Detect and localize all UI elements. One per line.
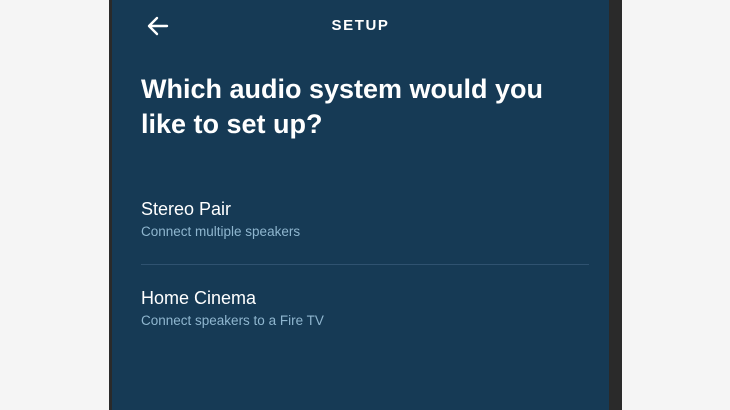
header: SETUP — [112, 0, 609, 52]
page: SETUP Which audio system would you like … — [0, 0, 730, 410]
question-heading: Which audio system would you like to set… — [141, 74, 544, 139]
page-title: SETUP — [331, 17, 390, 34]
divider — [141, 264, 589, 265]
option-subtitle: Connect multiple speakers — [141, 224, 301, 239]
option-home-cinema[interactable]: Home Cinema Connect speakers to a Fire T… — [141, 285, 589, 329]
option-subtitle: Connect speakers to a Fire TV — [141, 313, 324, 328]
option-title: Home Cinema — [141, 288, 257, 308]
setup-screen: SETUP Which audio system would you like … — [112, 0, 609, 410]
option-title: Stereo Pair — [141, 199, 232, 219]
option-stereo-pair[interactable]: Stereo Pair Connect multiple speakers — [141, 196, 589, 264]
options-list: Stereo Pair Connect multiple speakers Ho… — [141, 196, 589, 329]
